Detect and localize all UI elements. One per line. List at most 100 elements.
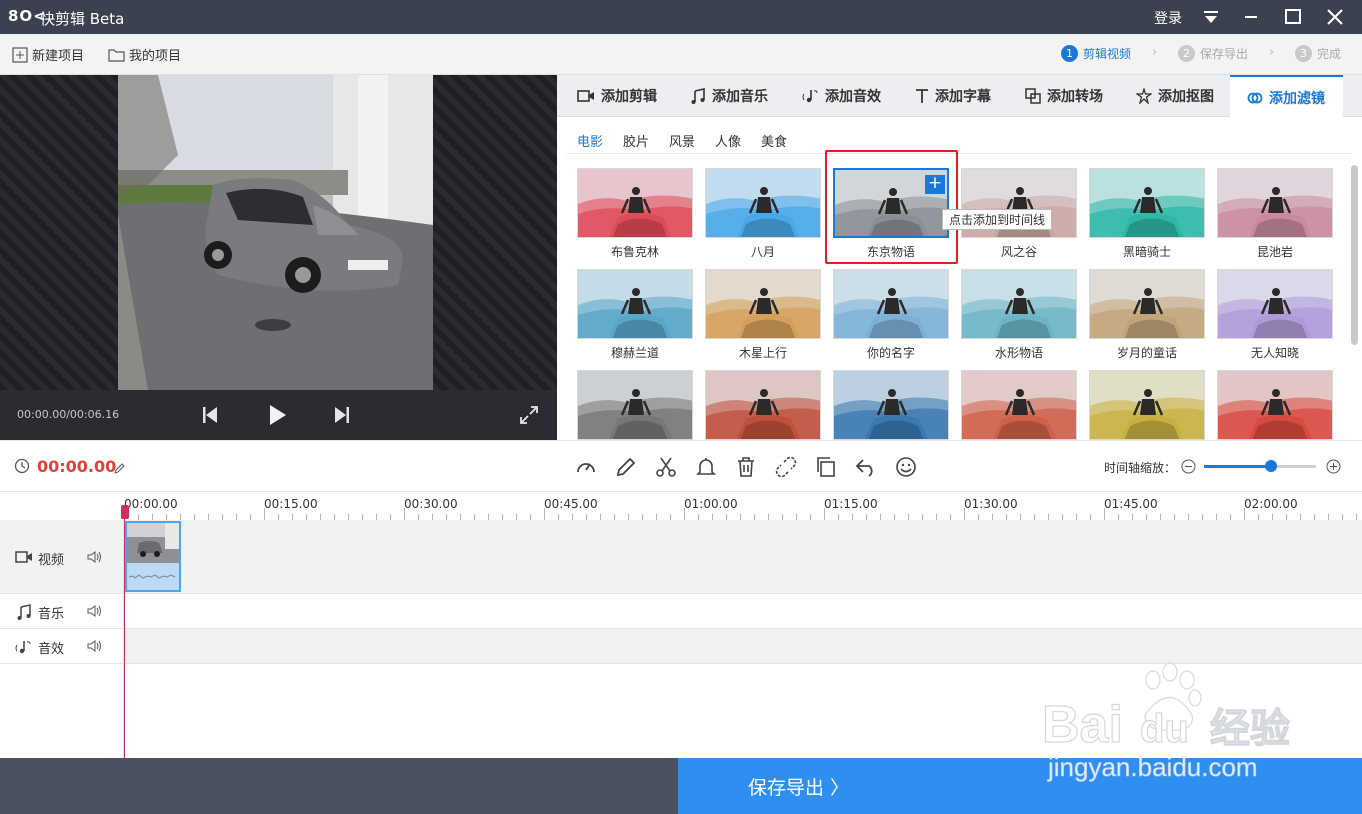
filter-label: 风之谷: [1000, 245, 1037, 259]
add-filter-plus-icon[interactable]: +: [925, 175, 945, 194]
music-icon: [17, 604, 31, 620]
category-portrait[interactable]: 人像: [715, 131, 741, 150]
filter-label: 你的名字: [866, 346, 915, 360]
next-frame-icon[interactable]: [334, 406, 350, 428]
edit-time-icon[interactable]: [113, 460, 125, 479]
video-icon: [15, 551, 32, 563]
login-button[interactable]: 登录: [1154, 8, 1182, 28]
tab-label: 添加音效: [825, 89, 881, 105]
filter-item[interactable]: 黑暗骑士: [1089, 168, 1205, 260]
sticker-emoji-icon[interactable]: [895, 456, 917, 478]
step-complete[interactable]: 3 完成: [1295, 45, 1341, 62]
filter-item[interactable]: 你的名字: [833, 269, 949, 361]
tab-add-music[interactable]: 添加音乐: [690, 75, 768, 117]
filter-thumbnail[interactable]: [577, 370, 693, 440]
minimize-icon[interactable]: [1240, 6, 1262, 28]
filter-icon: [1247, 92, 1263, 103]
undo-icon[interactable]: [855, 456, 877, 478]
tab-add-cutout[interactable]: 添加抠图: [1136, 75, 1214, 117]
watermark-url: jingyan.baidu.com: [1047, 752, 1258, 782]
tab-add-transition[interactable]: 添加转场: [1025, 75, 1103, 117]
volume-icon[interactable]: [87, 639, 103, 653]
filter-item[interactable]: 木星上行: [705, 269, 821, 361]
category-food[interactable]: 美食: [761, 131, 787, 150]
new-project-button[interactable]: 新建项目: [12, 45, 84, 64]
watermark-brand: Bai: [1042, 696, 1123, 754]
volume-icon[interactable]: [87, 550, 103, 564]
step-edit-video[interactable]: 1 剪辑视频: [1061, 45, 1131, 62]
delete-icon[interactable]: [735, 456, 757, 478]
filter-thumbnail[interactable]: [705, 370, 821, 440]
tab-add-subtitle[interactable]: 添加字幕: [915, 75, 991, 117]
filter-thumbnail[interactable]: [961, 370, 1077, 440]
filter-thumbnail[interactable]: [705, 168, 821, 238]
fullscreen-icon[interactable]: [519, 405, 539, 429]
unlink-icon[interactable]: [775, 456, 797, 478]
music-track-label: 音乐: [38, 607, 65, 622]
play-icon[interactable]: [268, 403, 288, 431]
filter-item[interactable]: 八月: [705, 168, 821, 260]
filter-item[interactable]: 无人知晓: [1217, 269, 1333, 361]
filter-thumbnail[interactable]: [1089, 168, 1205, 238]
music-track: 音乐: [0, 594, 1362, 629]
copy-icon[interactable]: [815, 456, 837, 478]
close-icon[interactable]: [1324, 6, 1346, 28]
edit-pencil-icon[interactable]: [615, 456, 637, 478]
current-time: 00:00.00: [37, 457, 117, 476]
zoom-out-icon[interactable]: [1181, 459, 1196, 478]
filter-label: 穆赫兰道: [610, 346, 659, 360]
sound-effect-icon: [15, 641, 31, 654]
timeline-ruler[interactable]: 00:00.00 00:15.00 00:30.00 00:45.00 01:00.00…: [124, 492, 1362, 520]
video-clip[interactable]: [125, 521, 181, 592]
zoom-in-icon[interactable]: [1326, 459, 1341, 478]
filter-label: 黑暗骑士: [1122, 245, 1171, 259]
filter-thumbnail[interactable]: [1217, 370, 1333, 440]
playhead[interactable]: [124, 508, 125, 758]
tab-add-sound-effect[interactable]: 添加音效: [802, 75, 881, 117]
filter-label: 水形物语: [994, 346, 1043, 360]
filter-item[interactable]: 昆池岩: [1217, 168, 1333, 260]
scissors-icon[interactable]: [655, 456, 677, 478]
filter-thumbnail[interactable]: [577, 168, 693, 238]
speed-icon[interactable]: [575, 456, 597, 478]
category-film[interactable]: 胶片: [623, 131, 649, 150]
bottom-bar: [0, 758, 678, 814]
video-preview[interactable]: [0, 75, 557, 390]
ruler-tick-label: 02:00.00: [1244, 497, 1298, 511]
step-label: 完成: [1317, 47, 1342, 61]
filter-thumbnail[interactable]: [961, 269, 1077, 339]
category-movie[interactable]: 电影: [577, 131, 603, 150]
video-icon: [577, 90, 594, 102]
tab-label: 添加音乐: [712, 89, 768, 105]
filter-scrollbar[interactable]: [1351, 165, 1358, 345]
transition-icon: [1025, 88, 1041, 104]
previous-frame-icon[interactable]: [202, 406, 218, 428]
filter-thumbnail[interactable]: [1217, 269, 1333, 339]
ruler-tick-label: 00:00.00: [124, 497, 178, 511]
filter-item[interactable]: 布鲁克林: [577, 168, 693, 260]
playhead-handle[interactable]: [121, 505, 129, 519]
filter-thumbnail[interactable]: [833, 269, 949, 339]
my-projects-button[interactable]: 我的项目: [108, 45, 181, 64]
title-bar: 8O< 快剪辑 Beta 登录: [0, 0, 1362, 34]
zoom-slider-handle[interactable]: [1265, 460, 1277, 472]
filter-thumbnail[interactable]: [577, 269, 693, 339]
filter-thumbnail[interactable]: [1089, 370, 1205, 440]
filter-thumbnail[interactable]: [833, 370, 949, 440]
filter-item[interactable]: 岁月的童话: [1089, 269, 1205, 361]
bell-icon[interactable]: [695, 456, 717, 478]
filter-thumbnail[interactable]: [1089, 269, 1205, 339]
playback-timecode: 00:00.00/00:06.16: [17, 408, 120, 421]
filter-item[interactable]: 穆赫兰道: [577, 269, 693, 361]
tab-add-clip[interactable]: 添加剪辑: [577, 75, 657, 117]
volume-icon[interactable]: [87, 604, 103, 618]
step-save-export[interactable]: 2 保存导出: [1178, 45, 1248, 62]
category-landscape[interactable]: 风景: [669, 131, 695, 150]
menu-dropdown-icon[interactable]: [1200, 6, 1222, 28]
filter-thumbnail[interactable]: [1217, 168, 1333, 238]
filter-item[interactable]: 水形物语: [961, 269, 1077, 361]
maximize-icon[interactable]: [1282, 6, 1304, 28]
tab-add-filter[interactable]: 添加滤镜: [1230, 75, 1343, 118]
main-toolbar: 新建项目 我的项目 1 剪辑视频 › 2 保存导出 › 3 完成: [0, 34, 1362, 75]
filter-thumbnail[interactable]: [705, 269, 821, 339]
